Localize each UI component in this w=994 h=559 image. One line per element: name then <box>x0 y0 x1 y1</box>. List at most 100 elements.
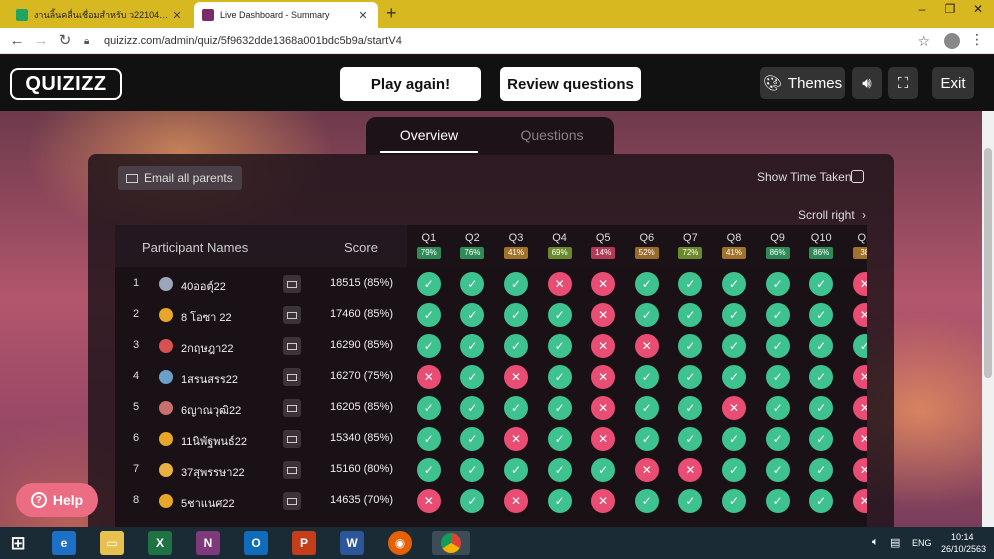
themes-button[interactable]: 🎨︎ Themes <box>760 67 845 99</box>
correct-check-icon[interactable]: ✓ <box>809 303 834 327</box>
ie-icon[interactable]: e <box>52 531 76 555</box>
correct-check-icon[interactable]: ✓ <box>547 458 572 482</box>
close-tab-icon[interactable]: ✕ <box>170 9 184 22</box>
review-questions-button[interactable]: Review questions <box>500 67 641 101</box>
volume-icon[interactable]: 🔈︎ <box>872 536 879 549</box>
menu-kebab-icon[interactable]: ⋮ <box>970 31 984 48</box>
tab-overview[interactable]: Overview <box>380 127 478 143</box>
correct-check-icon[interactable]: ✓ <box>678 303 703 327</box>
correct-check-icon[interactable]: ✓ <box>460 427 485 451</box>
email-all-parents-button[interactable]: Email all parents <box>118 166 242 190</box>
fullscreen-button[interactable]: ⛶ <box>888 67 918 99</box>
correct-check-icon[interactable]: ✓ <box>547 334 572 358</box>
correct-check-icon[interactable]: ✓ <box>460 458 485 482</box>
participant-name[interactable]: 37สุพรรษา22 <box>181 463 245 481</box>
correct-check-icon[interactable]: ✓ <box>460 365 485 389</box>
email-parent-button[interactable] <box>283 337 301 355</box>
participant-name[interactable]: 2กฤษฎา22 <box>181 339 234 357</box>
correct-check-icon[interactable]: ✓ <box>678 427 703 451</box>
correct-check-icon[interactable]: ✓ <box>504 303 528 327</box>
correct-check-icon[interactable]: ✓ <box>634 365 659 389</box>
email-parent-button[interactable] <box>283 368 301 386</box>
play-again-button[interactable]: Play again! <box>340 67 481 101</box>
correct-check-icon[interactable]: ✓ <box>547 427 572 451</box>
outlook-icon[interactable]: O <box>244 531 268 555</box>
correct-check-icon[interactable]: ✓ <box>504 458 528 482</box>
correct-check-icon[interactable]: ✓ <box>765 427 790 451</box>
table-row[interactable]: 7 37สุพรรษา22 15160 (80%) ✓ ✓ ✓ ✓ ✓ ✕ ✕ ✓ ✓ ✓ ✕ <box>115 455 867 486</box>
question-column-header[interactable]: Q138 <box>843 225 867 267</box>
profile-avatar[interactable] <box>944 33 960 49</box>
email-parent-button[interactable] <box>283 461 301 479</box>
email-parent-button[interactable] <box>283 275 301 293</box>
close-tab-icon[interactable]: ✕ <box>356 9 370 22</box>
reload-icon[interactable]: ↻ <box>56 32 74 50</box>
incorrect-cross-icon[interactable]: ✕ <box>852 396 867 420</box>
email-parent-button[interactable] <box>283 399 301 417</box>
correct-check-icon[interactable]: ✓ <box>722 365 746 389</box>
question-column-header[interactable]: Q2 76% <box>450 225 495 267</box>
incorrect-cross-icon[interactable]: ✕ <box>852 458 867 482</box>
close-window-button[interactable]: ✕ <box>964 0 992 20</box>
incorrect-cross-icon[interactable]: ✕ <box>591 365 616 389</box>
correct-check-icon[interactable]: ✓ <box>722 334 746 358</box>
participant-name[interactable]: 8 โอซา 22 <box>181 308 232 326</box>
correct-check-icon[interactable]: ✓ <box>504 334 528 358</box>
table-row[interactable]: 3 2กฤษฎา22 16290 (85%) ✓ ✓ ✓ ✓ ✕ ✕ ✓ ✓ ✓ ✓ ✓ <box>115 331 867 362</box>
correct-check-icon[interactable]: ✓ <box>634 303 659 327</box>
windows-start-icon[interactable]: ⊞ <box>6 531 30 555</box>
table-row[interactable]: 8 5ชาแนศ22 14635 (70%) ✕ ✓ ✕ ✓ ✕ ✓ ✓ ✓ ✓ ✓ ✕ <box>115 486 867 517</box>
correct-check-icon[interactable]: ✓ <box>809 427 834 451</box>
browser-tab-1[interactable]: งานลิ้นคลื่นเชื่อมสำหรับ ว22104 การออกแ … <box>8 2 192 28</box>
quizizz-logo[interactable]: QUIZIZZ <box>10 68 122 100</box>
network-icon[interactable]: ▤ <box>890 536 900 549</box>
participant-name[interactable]: 6ญาณวุฒิ22 <box>181 401 241 419</box>
table-row[interactable]: 1 40ออตุ์22 18515 (85%) ✓ ✓ ✓ ✕ ✕ ✓ ✓ ✓ ✓ ✓ ✕ <box>115 269 867 300</box>
question-column-header[interactable]: Q5 14% <box>581 225 625 267</box>
correct-check-icon[interactable]: ✓ <box>678 334 703 358</box>
incorrect-cross-icon[interactable]: ✕ <box>852 272 867 296</box>
onenote-icon[interactable]: N <box>196 531 220 555</box>
question-column-header[interactable]: Q3 41% <box>494 225 538 267</box>
correct-check-icon[interactable]: ✓ <box>416 334 441 358</box>
correct-check-icon[interactable]: ✓ <box>416 303 441 327</box>
question-column-header[interactable]: Q7 72% <box>668 225 713 267</box>
incorrect-cross-icon[interactable]: ✕ <box>634 334 659 358</box>
incorrect-cross-icon[interactable]: ✕ <box>591 427 616 451</box>
participant-name[interactable]: 5ชาแนศ22 <box>181 494 235 512</box>
correct-check-icon[interactable]: ✓ <box>504 396 528 420</box>
incorrect-cross-icon[interactable]: ✕ <box>504 489 528 513</box>
incorrect-cross-icon[interactable]: ✕ <box>852 427 867 451</box>
correct-check-icon[interactable]: ✓ <box>765 458 790 482</box>
incorrect-cross-icon[interactable]: ✕ <box>678 458 703 482</box>
incorrect-cross-icon[interactable]: ✕ <box>591 272 616 296</box>
scroll-right-link[interactable]: Scroll right › <box>798 208 866 222</box>
incorrect-cross-icon[interactable]: ✕ <box>852 489 867 513</box>
correct-check-icon[interactable]: ✓ <box>460 334 485 358</box>
incorrect-cross-icon[interactable]: ✕ <box>504 427 528 451</box>
incorrect-cross-icon[interactable]: ✕ <box>547 272 572 296</box>
correct-check-icon[interactable]: ✓ <box>591 458 616 482</box>
correct-check-icon[interactable]: ✓ <box>722 427 746 451</box>
firefox-icon[interactable]: ◉ <box>388 531 412 555</box>
incorrect-cross-icon[interactable]: ✕ <box>504 365 528 389</box>
correct-check-icon[interactable]: ✓ <box>547 365 572 389</box>
url-field[interactable]: 🔒︎ quizizz.com/admin/quiz/5f9632dde1368a… <box>84 31 944 51</box>
exit-button[interactable]: Exit <box>932 67 974 99</box>
correct-check-icon[interactable]: ✓ <box>765 334 790 358</box>
participant-name[interactable]: 1สรนสรร22 <box>181 370 238 388</box>
page-scrollbar-thumb[interactable] <box>984 148 992 378</box>
correct-check-icon[interactable]: ✓ <box>678 489 703 513</box>
correct-check-icon[interactable]: ✓ <box>460 272 485 296</box>
show-time-taken-checkbox[interactable] <box>851 170 864 183</box>
incorrect-cross-icon[interactable]: ✕ <box>852 303 867 327</box>
incorrect-cross-icon[interactable]: ✕ <box>634 458 659 482</box>
correct-check-icon[interactable]: ✓ <box>634 272 659 296</box>
correct-check-icon[interactable]: ✓ <box>634 489 659 513</box>
forward-icon[interactable]: → <box>32 32 50 50</box>
correct-check-icon[interactable]: ✓ <box>765 272 790 296</box>
correct-check-icon[interactable]: ✓ <box>634 427 659 451</box>
correct-check-icon[interactable]: ✓ <box>678 365 703 389</box>
correct-check-icon[interactable]: ✓ <box>765 365 790 389</box>
incorrect-cross-icon[interactable]: ✕ <box>416 489 441 513</box>
